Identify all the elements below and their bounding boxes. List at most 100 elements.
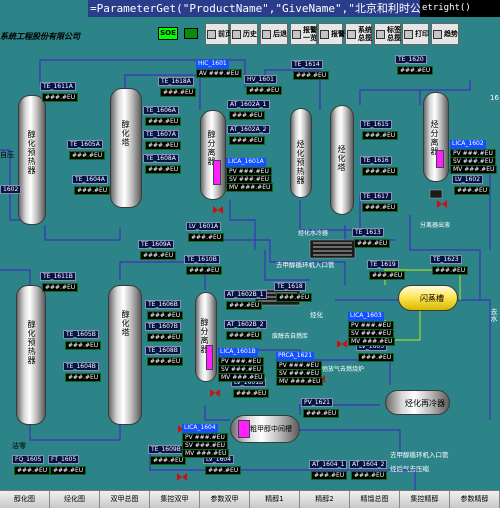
tag-label-te1607a[interactable]: TE_1607A (143, 130, 179, 139)
pipe-label: 废醇去自燃库 (272, 333, 309, 340)
tag-value-te1609b: ###.#EU (150, 456, 187, 465)
toolbar-button-label: 报警 一览 (303, 26, 317, 42)
nav-button-2[interactable]: 双甲总图 (100, 491, 150, 508)
tag-label-te1605b[interactable]: TE_1605B (63, 330, 99, 339)
nav-button-6[interactable]: 精醇2 (300, 491, 350, 508)
formula-tail: etright() (420, 0, 500, 17)
vessel-v7-label: 醇化预热器 (27, 320, 36, 365)
tag-value-ft1605: ###.#EU (50, 466, 87, 475)
control-valve[interactable] (210, 389, 220, 398)
rewind-icon (262, 29, 271, 39)
level-gauge (238, 420, 250, 438)
nav-button-1[interactable]: 烃化图 (50, 491, 100, 508)
toolbar-button-2[interactable]: 后退 (260, 23, 288, 45)
tag-label-te1618a[interactable]: TE_1618A (158, 77, 194, 86)
tag-label-te1609a[interactable]: TE_1609A (138, 240, 174, 249)
tag-label-te1606a[interactable]: TE_1606A (143, 106, 179, 115)
toolbar-button-label: 标签 总揽 (387, 26, 401, 42)
tag-value-te1605b: ###.#EU (65, 341, 102, 350)
controller-line3-lica1604: MV ###.#EU (182, 449, 230, 458)
vessel-v1-label: 醇化预热器 (27, 130, 36, 175)
tag-label-pv1621[interactable]: PV_1621 (301, 398, 333, 407)
tag-value-lv1601b: ###.#EU (233, 389, 270, 398)
tag-label-te1606b[interactable]: TE_1606B (145, 300, 181, 309)
nav-button-8[interactable]: 集控精醇 (400, 491, 450, 508)
tag-label-at16041[interactable]: AT_1604_1 (309, 460, 348, 469)
tag-label-at1602b2[interactable]: AT_1602B_2 (224, 320, 267, 329)
toolbar-button-label: 后退 (273, 30, 287, 38)
toolbar-button-4[interactable]: 报警 (318, 23, 345, 45)
tag-value-te1607b: ###.#EU (147, 333, 184, 342)
toolbar-button-label: 趋势 (444, 30, 458, 38)
control-valve[interactable] (437, 200, 447, 209)
trend-icon (433, 29, 442, 39)
soe-button[interactable]: SOE (158, 27, 178, 40)
tag-label-at16042[interactable]: AT_1604_2 (349, 460, 388, 469)
tag-label-te1614[interactable]: TE_1614 (291, 60, 323, 69)
tag-label-te1615[interactable]: TE_1615 (360, 120, 392, 129)
controller-name-hic1601[interactable]: HIC_1601 (196, 60, 229, 69)
nav-button-9[interactable]: 参数精醇 (450, 491, 500, 508)
tag-label-te1617[interactable]: TE_1617 (360, 192, 392, 201)
vessel-v4-label: 烃化预热器 (296, 140, 305, 185)
tag-label-te1616[interactable]: TE_1616 (360, 156, 392, 165)
tag-label-te1609b[interactable]: TE_1609B (148, 445, 184, 454)
toolbar-button-6[interactable]: 标签 总揽 (374, 23, 401, 45)
tag-label-te1607b[interactable]: TE_1607B (145, 322, 181, 331)
tag-label-at1602a2[interactable]: AT_1602A_2 (227, 125, 270, 134)
tag-label-at1602b1[interactable]: AT_1602B_1 (224, 290, 267, 299)
tag-1602[interactable]: 1602 (0, 185, 22, 194)
tag-label-te1605a[interactable]: TE_1605A (67, 140, 103, 149)
flash-tank-label: 闪蒸槽 (420, 294, 444, 303)
tag-label-te1613[interactable]: TE_1613 (352, 228, 384, 237)
tag-label-te1604b[interactable]: TE_1604B (63, 362, 99, 371)
toolbar-button-8[interactable]: 趋势 (431, 23, 459, 45)
tag-label-hv1601[interactable]: HV_1601 (244, 75, 277, 84)
tag-label-te1608a[interactable]: TE_1608A (143, 154, 179, 163)
controller-name-lica1604[interactable]: LICA_1604 (182, 424, 218, 433)
tag-label-lv1602[interactable]: LV_1602 (452, 175, 484, 184)
tag-label-te1623[interactable]: TE_1623 (430, 255, 462, 264)
nav-button-5[interactable]: 精醇1 (250, 491, 300, 508)
tag-value-at1602b2: ###.#EU (226, 331, 263, 340)
nav-button-7[interactable]: 精馏总图 (350, 491, 400, 508)
tag-label-at1602a1[interactable]: AT_1602A_1 (227, 100, 270, 109)
controller-name-lica1603[interactable]: LICA_1603 (348, 312, 384, 321)
print-icon (404, 29, 413, 39)
bottom-nav: 醇化图 烃化图 双甲总图 集控双甲 参数双甲 精醇1 精醇2 精馏总图 集控精醇 参数精醇 (0, 490, 500, 508)
control-valve[interactable] (213, 206, 223, 215)
tag-label-te1604a[interactable]: TE_1604A (72, 175, 108, 184)
toolbar-button-1[interactable]: 历史 (230, 23, 258, 45)
toolbar-button-5[interactable]: 系统 总揽 (345, 23, 372, 45)
back-icon (207, 29, 216, 39)
controller-name-lica1601a[interactable]: LICA_1601A (226, 158, 266, 167)
control-valve[interactable] (177, 473, 187, 482)
controller-name-prca1621[interactable]: PRCA_1621 (276, 352, 315, 361)
toolbar-button-7[interactable]: 打印 (402, 23, 429, 45)
tag-label-ft1605[interactable]: FT_1605 (48, 455, 80, 464)
nav-button-3[interactable]: 集控双甲 (150, 491, 200, 508)
tag-value-te1618a: ###.#EU (160, 88, 197, 97)
controller-name-lica1601b[interactable]: LICA_1601B (218, 348, 258, 357)
tag-value-te1623: ###.#EU (432, 266, 469, 275)
company-name: 系统工程股份有限公司 (0, 32, 80, 41)
tag-label-te1611b[interactable]: TE_1611B (40, 272, 76, 281)
toolbar-button-0[interactable]: 前页 (205, 23, 232, 45)
tag-label-te1610b[interactable]: TE_1610B (184, 255, 220, 264)
nav-button-4[interactable]: 参数双甲 (200, 491, 250, 508)
pipe-label: 烃化水冷器 (298, 230, 329, 237)
tag-label-te1620[interactable]: TE_1620 (395, 55, 427, 64)
vessel-v8-label: 醇化塔 (121, 310, 130, 337)
tag-value-te1609a: ###.#EU (140, 251, 177, 260)
tag-label-lv1601a[interactable]: LV_1601A (186, 222, 222, 231)
toolbar-button-3[interactable]: 报警 一览 (290, 23, 317, 45)
tag-label-te1608b[interactable]: TE_1608B (145, 346, 181, 355)
controller-name-lica1602[interactable]: LICA_1602 (450, 140, 486, 149)
formula-bar[interactable]: =ParameterGet("ProductName","GiveName","… (88, 0, 420, 17)
control-valve[interactable] (337, 340, 347, 349)
tag-label-te1618[interactable]: TE_1618 (274, 282, 306, 291)
nav-button-0[interactable]: 醇化图 (0, 491, 50, 508)
tag-label-te1611a[interactable]: TE_1611A (40, 82, 76, 91)
tag-label-te1619[interactable]: TE_1619 (367, 260, 399, 269)
tag-label-fq1605[interactable]: FQ_1605 (12, 455, 45, 464)
